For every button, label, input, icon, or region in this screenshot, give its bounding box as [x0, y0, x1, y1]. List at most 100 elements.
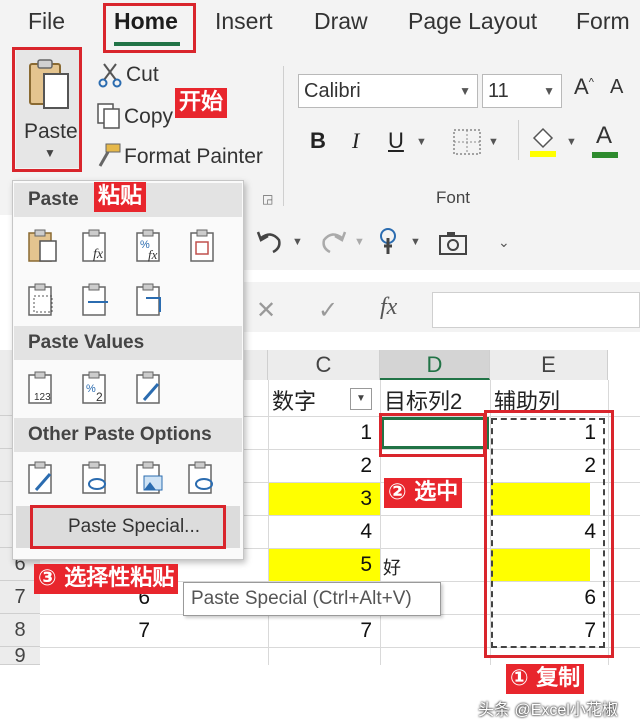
cell-c[interactable]: 3 — [272, 487, 372, 511]
annotation-paste-special: ③ 选择性粘贴 — [34, 564, 179, 594]
paste-values-number-format-icon[interactable]: %2 — [80, 370, 114, 406]
copy-annotation-box — [484, 410, 614, 658]
camera-icon[interactable] — [438, 230, 468, 256]
svg-text:%: % — [86, 383, 96, 395]
cell-c[interactable]: 7 — [272, 619, 372, 643]
redo-icon[interactable] — [318, 228, 348, 256]
tab-insert[interactable]: Insert — [215, 8, 273, 35]
paintbrush-icon — [98, 143, 121, 167]
grow-font-button[interactable]: A^ — [574, 74, 594, 100]
cut-button[interactable]: Cut — [96, 60, 266, 90]
paste-link-icon[interactable] — [80, 460, 114, 496]
group-separator — [283, 66, 284, 206]
font-color-letter: A — [596, 122, 613, 149]
fill-color-icon[interactable] — [528, 124, 558, 158]
customize-qat-icon[interactable]: ⌄ — [498, 234, 510, 251]
formula-input[interactable] — [432, 292, 640, 328]
annotation-select: ② 选中 — [384, 478, 463, 508]
chevron-down-icon[interactable]: ▼ — [292, 236, 303, 248]
select-annotation-box — [379, 413, 486, 457]
enter-icon[interactable]: ✓ — [318, 296, 338, 325]
paste-values-icon[interactable]: 123 — [26, 370, 60, 406]
chevron-down-icon: ▼ — [543, 84, 555, 98]
header-cell-c[interactable]: 数字 — [272, 384, 316, 416]
annotation-start: 开始 — [175, 88, 228, 118]
chevron-down-icon[interactable]: ▼ — [410, 236, 421, 248]
cut-label: Cut — [126, 63, 159, 86]
column-header-e[interactable]: E — [490, 350, 608, 380]
font-color-button[interactable]: A — [592, 120, 618, 160]
underline-button[interactable]: U — [388, 128, 404, 154]
bold-button[interactable]: B — [310, 128, 326, 154]
cell-d6[interactable]: 好 — [383, 554, 401, 580]
cell-c[interactable]: 4 — [272, 520, 372, 544]
paste-keep-source-formatting-icon[interactable] — [186, 228, 220, 264]
cell-c[interactable]: 5 — [272, 553, 372, 577]
tab-file[interactable]: File — [28, 8, 65, 35]
svg-text:fx: fx — [93, 247, 104, 262]
grow-font-icon: A — [574, 74, 589, 99]
borders-icon[interactable] — [452, 128, 482, 156]
paste-picture-icon[interactable] — [134, 460, 168, 496]
cell-c[interactable]: 1 — [272, 421, 372, 445]
home-annotation-box — [103, 3, 196, 53]
separator — [518, 120, 519, 160]
tab-draw[interactable]: Draw — [314, 8, 368, 35]
row-header-9[interactable]: 9 — [0, 647, 40, 665]
font-size-value: 11 — [488, 80, 509, 102]
paste-formulas-number-format-icon[interactable]: %fx — [134, 228, 168, 264]
paste-special-tooltip: Paste Special (Ctrl+Alt+V) — [183, 582, 441, 616]
svg-text:2: 2 — [96, 390, 103, 404]
watermark: 头条 @Excel小花椒 — [478, 702, 618, 719]
annotation-paste: 粘贴 — [94, 182, 147, 212]
paste-annotation-box — [12, 47, 82, 172]
paste-transpose-icon[interactable] — [134, 282, 168, 318]
tab-page-layout[interactable]: Page Layout — [408, 8, 537, 35]
fx-icon[interactable]: fx — [380, 294, 397, 321]
paste-linked-picture-icon[interactable] — [186, 460, 220, 496]
paste-formulas-icon[interactable]: fx — [80, 228, 114, 264]
italic-button[interactable]: I — [352, 128, 359, 154]
paste-values-source-formatting-icon[interactable] — [134, 370, 168, 406]
copy-label: Copy — [124, 105, 174, 128]
chevron-down-icon[interactable]: ▼ — [566, 136, 577, 148]
font-group-label: Font — [436, 188, 471, 207]
paste-values-section-header: Paste Values — [14, 326, 242, 360]
tab-formulas[interactable]: Form — [576, 8, 630, 35]
paste-no-borders-icon[interactable] — [26, 282, 60, 318]
font-name-value: Calibri — [304, 80, 361, 102]
column-header-c[interactable]: C — [268, 350, 380, 380]
header-cell-d[interactable]: 目标列2 — [384, 384, 462, 416]
undo-icon[interactable] — [255, 228, 285, 256]
cell-c[interactable]: 2 — [272, 454, 372, 478]
chevron-down-icon[interactable]: ▼ — [416, 136, 427, 148]
column-header-d[interactable]: D — [380, 350, 490, 380]
paste-formatting-icon[interactable] — [26, 460, 60, 496]
font-name-combo[interactable]: Calibri ▼ — [298, 74, 478, 108]
chevron-down-icon[interactable]: ▼ — [354, 236, 365, 248]
format-painter-button[interactable]: Format Painter — [94, 140, 274, 172]
dialog-launcher-icon[interactable]: ◲ — [262, 192, 273, 206]
copy-icon — [97, 103, 120, 129]
grid-line — [268, 380, 269, 665]
filter-dropdown-icon[interactable]: ▼ — [350, 388, 372, 410]
row-header-8[interactable]: 8 — [0, 614, 40, 647]
shrink-font-icon: A — [610, 76, 624, 98]
paste-keep-column-widths-icon[interactable] — [80, 282, 114, 318]
svg-text:fx: fx — [148, 247, 158, 262]
touch-mode-icon[interactable] — [376, 226, 406, 258]
font-size-combo[interactable]: 11 ▼ — [482, 74, 562, 108]
chevron-down-icon: ▼ — [459, 84, 471, 98]
format-painter-label: Format Painter — [124, 145, 263, 168]
paste-icon[interactable] — [26, 228, 60, 264]
svg-text:123: 123 — [34, 392, 51, 403]
chevron-down-icon[interactable]: ▼ — [488, 136, 499, 148]
cell-b[interactable]: 7 — [50, 619, 150, 643]
other-paste-options-header: Other Paste Options — [14, 418, 242, 452]
scissors-icon — [98, 63, 122, 88]
shrink-font-button[interactable]: A — [610, 76, 623, 99]
font-color-swatch — [592, 152, 618, 158]
cancel-icon[interactable]: ✕ — [256, 296, 276, 325]
paste-special-annotation-box — [30, 505, 226, 549]
annotation-copy: ① 复制 — [506, 664, 585, 694]
